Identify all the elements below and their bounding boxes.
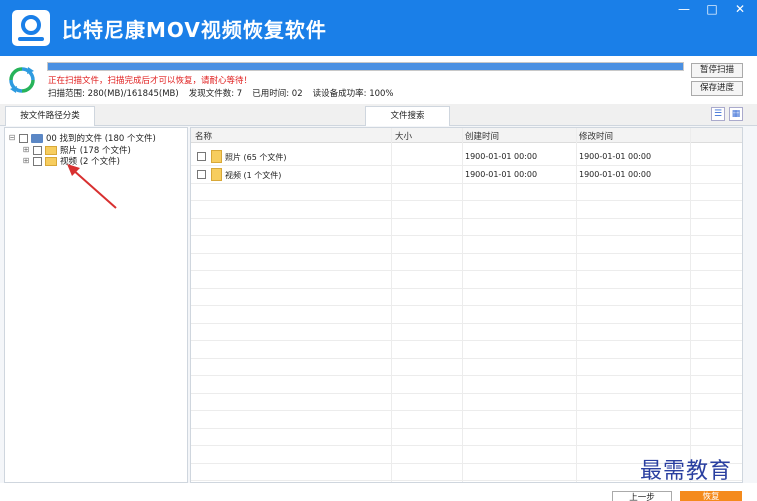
scan-warning-text: 正在扫描文件，扫描完成后才可以恢复，请耐心等待！ xyxy=(48,76,253,86)
grid-view-icon[interactable]: ▦ xyxy=(729,107,743,121)
row-name: 照片 (65 个文件) xyxy=(225,153,287,162)
tree-node-label: 00 找到的文件 (180 个文件) xyxy=(46,134,156,144)
range-value: 280(MB)/161845(MB) xyxy=(87,89,179,99)
videos-checkbox[interactable] xyxy=(33,156,42,166)
row-name: 视频 (1 个文件) xyxy=(225,171,282,180)
row-modified: 1900-01-01 00:00 xyxy=(579,170,652,179)
grid-line xyxy=(191,392,742,394)
column-size[interactable]: 大小 xyxy=(395,130,412,142)
disk-icon xyxy=(21,15,41,35)
row-checkbox[interactable] xyxy=(197,170,206,179)
folder-icon xyxy=(211,168,222,181)
grid-line xyxy=(191,200,742,201)
scan-progress-bar xyxy=(47,62,684,71)
scan-stats: 扫描范围: 280(MB)/161845(MB) 发现文件数: 7 已用时间: … xyxy=(48,87,394,99)
scan-panel: 正在扫描文件，扫描完成后才可以恢复，请耐心等待！ 扫描范围: 280(MB)/1… xyxy=(0,56,757,104)
grid-line xyxy=(191,410,742,411)
grid-line xyxy=(191,252,742,254)
window-controls: — □ ✕ xyxy=(677,2,747,16)
elapsed-value: 02 xyxy=(291,89,303,99)
found-label: 发现文件数: xyxy=(188,89,235,99)
minimize-icon[interactable]: — xyxy=(677,2,691,16)
found-value: 7 xyxy=(236,89,243,99)
file-list: 名称 大小 创建时间 修改时间 照片 (65 个文件) 1900-01-01 0… xyxy=(190,127,743,483)
folder-icon xyxy=(45,145,57,155)
grid-line xyxy=(191,375,742,376)
app-window: 比特尼康MOV视频恢复软件 — □ ✕ 正在扫描文件，扫描完成后才可以恢复，请耐… xyxy=(0,0,757,501)
view-toggle: ☰ ▦ xyxy=(711,107,743,121)
grid-line xyxy=(191,357,742,359)
grid-line xyxy=(191,270,742,271)
close-icon[interactable]: ✕ xyxy=(733,2,747,16)
save-progress-button[interactable]: 保存进度 xyxy=(691,81,743,96)
grid-line xyxy=(191,305,742,306)
read-rate-label: 读设备成功率: xyxy=(312,89,367,99)
column-modified[interactable]: 修改时间 xyxy=(579,130,613,142)
root-checkbox[interactable] xyxy=(19,133,28,143)
photos-checkbox[interactable] xyxy=(33,145,42,155)
bottom-bar: 上一步 恢复 xyxy=(0,483,757,501)
refresh-icon xyxy=(9,67,35,93)
collapse-icon[interactable]: ⊟ xyxy=(8,134,16,142)
previous-step-button[interactable]: 上一步 xyxy=(612,491,672,501)
annotation-arrow xyxy=(67,164,117,209)
folder-icon xyxy=(211,150,222,163)
file-list-header: 名称 大小 创建时间 修改时间 xyxy=(191,128,742,143)
scan-progress-fill xyxy=(48,63,683,70)
tab-bar: 按文件路径分类 文件搜索 ☰ ▦ xyxy=(0,104,757,126)
list-item[interactable]: 视频 (1 个文件) 1900-01-01 00:00 1900-01-01 0… xyxy=(191,166,742,183)
grid-line xyxy=(191,235,742,236)
list-item[interactable]: 照片 (65 个文件) 1900-01-01 00:00 1900-01-01 … xyxy=(191,148,742,165)
pause-scan-button[interactable]: 暂停扫描 xyxy=(691,63,743,78)
tab-file-search[interactable]: 文件搜索 xyxy=(365,106,450,126)
expand-icon[interactable]: ⊞ xyxy=(22,146,30,154)
app-logo xyxy=(12,10,50,46)
grid-line xyxy=(191,340,742,341)
column-name[interactable]: 名称 xyxy=(195,130,212,142)
tree-node-root[interactable]: ⊟ 00 找到的文件 (180 个文件) xyxy=(8,132,156,144)
watermark: 最需教育 xyxy=(640,459,733,484)
maximize-icon[interactable]: □ xyxy=(705,2,719,16)
row-created: 1900-01-01 00:00 xyxy=(465,152,538,161)
grid-line xyxy=(191,322,742,324)
read-rate-value: 100% xyxy=(369,89,394,99)
grid-line xyxy=(191,217,742,219)
list-view-icon[interactable]: ☰ xyxy=(711,107,725,121)
app-title: 比特尼康MOV视频恢复软件 xyxy=(62,18,327,42)
range-label: 扫描范围: xyxy=(48,89,85,99)
grid-line xyxy=(191,287,742,289)
grid-line xyxy=(191,445,742,446)
row-checkbox[interactable] xyxy=(197,152,206,161)
drive-icon xyxy=(31,133,43,143)
row-modified: 1900-01-01 00:00 xyxy=(579,152,652,161)
tab-by-path[interactable]: 按文件路径分类 xyxy=(5,106,95,126)
recover-button[interactable]: 恢复 xyxy=(680,491,742,501)
title-bar: 比特尼康MOV视频恢复软件 — □ ✕ xyxy=(0,0,757,56)
folder-icon xyxy=(45,156,57,166)
grid-line xyxy=(191,427,742,429)
elapsed-label: 已用时间: xyxy=(252,89,290,99)
column-created[interactable]: 创建时间 xyxy=(465,130,499,142)
expand-icon[interactable]: ⊞ xyxy=(22,157,30,165)
row-created: 1900-01-01 00:00 xyxy=(465,170,538,179)
